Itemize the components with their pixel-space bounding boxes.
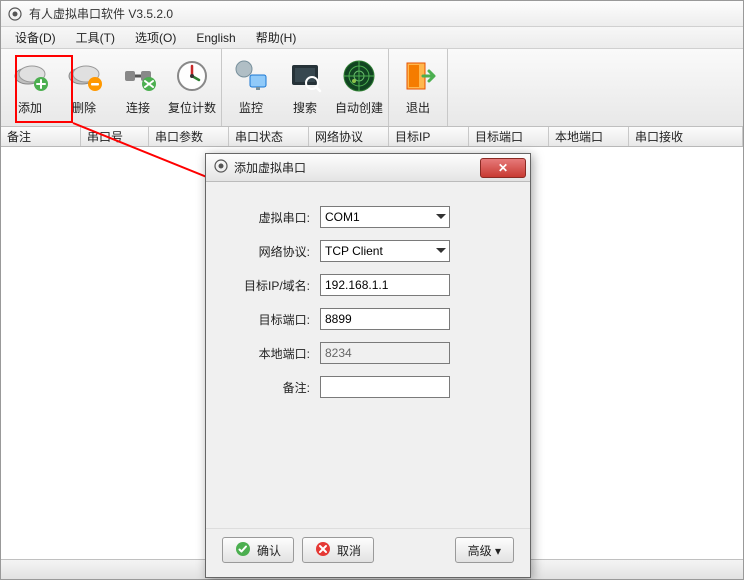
- close-icon: ✕: [498, 161, 508, 175]
- search-button[interactable]: 搜索: [278, 53, 332, 126]
- connect-icon: [119, 57, 157, 95]
- app-icon: [7, 6, 23, 22]
- label-virtual-com: 虚拟串口:: [226, 209, 310, 226]
- exit-icon: [399, 57, 437, 95]
- remark-input[interactable]: [320, 376, 450, 398]
- col-local-port[interactable]: 本地端口: [549, 127, 629, 146]
- menu-english[interactable]: English: [186, 29, 245, 47]
- label-target-port: 目标端口:: [226, 311, 310, 328]
- monitor-button[interactable]: 监控: [224, 53, 278, 126]
- window-title-bar: 有人虚拟串口软件 V3.5.2.0: [1, 1, 743, 27]
- dialog-icon: [214, 159, 228, 176]
- auto-create-icon: [340, 57, 378, 95]
- col-net-proto[interactable]: 网络协议: [309, 127, 389, 146]
- menu-bar: 设备(D) 工具(T) 选项(O) English 帮助(H): [1, 27, 743, 49]
- virtual-com-select[interactable]: [320, 206, 450, 228]
- delete-button[interactable]: 删除: [57, 53, 111, 126]
- menu-tools[interactable]: 工具(T): [66, 27, 125, 48]
- connect-label: 连接: [126, 99, 150, 116]
- col-target-port[interactable]: 目标端口: [469, 127, 549, 146]
- add-icon: [11, 57, 49, 95]
- toolbar: 添加 删除 连接 复位计数 监控: [1, 49, 743, 127]
- label-local-port: 本地端口:: [226, 345, 310, 362]
- ok-icon: [235, 541, 251, 560]
- ok-label: 确认: [257, 542, 281, 559]
- add-virtual-com-dialog: 添加虚拟串口 ✕ 虚拟串口: 网络协议: 目标IP/域名: 目标端口: 本地端口…: [205, 153, 531, 578]
- advanced-button[interactable]: 高级 ▾: [455, 537, 514, 563]
- menu-device[interactable]: 设备(D): [5, 27, 66, 48]
- col-com-params[interactable]: 串口参数: [149, 127, 229, 146]
- ok-button[interactable]: 确认: [222, 537, 294, 563]
- target-port-input[interactable]: [320, 308, 450, 330]
- add-label: 添加: [18, 99, 42, 116]
- search-label: 搜索: [293, 99, 317, 116]
- col-target-ip[interactable]: 目标IP: [389, 127, 469, 146]
- menu-options[interactable]: 选项(O): [125, 27, 186, 48]
- menu-help[interactable]: 帮助(H): [246, 27, 307, 48]
- label-remark: 备注:: [226, 379, 310, 396]
- net-proto-select[interactable]: [320, 240, 450, 262]
- auto-create-button[interactable]: 自动创建: [332, 53, 386, 126]
- col-remark[interactable]: 备注: [1, 127, 81, 146]
- add-button[interactable]: 添加: [3, 53, 57, 126]
- auto-create-label: 自动创建: [335, 99, 383, 116]
- label-net-proto: 网络协议:: [226, 243, 310, 260]
- delete-icon: [65, 57, 103, 95]
- advanced-label: 高级 ▾: [468, 542, 501, 559]
- col-com-recv[interactable]: 串口接收: [629, 127, 743, 146]
- annotation-highlight-fields: [226, 410, 370, 512]
- monitor-label: 监控: [239, 99, 263, 116]
- table-header: 备注 串口号 串口参数 串口状态 网络协议 目标IP 目标端口 本地端口 串口接…: [1, 127, 743, 147]
- reset-counter-button[interactable]: 复位计数: [165, 53, 219, 126]
- cancel-icon: [315, 541, 331, 560]
- dialog-title: 添加虚拟串口: [234, 159, 474, 176]
- delete-label: 删除: [72, 99, 96, 116]
- dialog-title-bar[interactable]: 添加虚拟串口 ✕: [206, 154, 530, 182]
- col-com-no[interactable]: 串口号: [81, 127, 149, 146]
- dialog-close-button[interactable]: ✕: [480, 158, 526, 178]
- window-title: 有人虚拟串口软件 V3.5.2.0: [29, 5, 173, 22]
- reset-counter-icon: [173, 57, 211, 95]
- col-com-status[interactable]: 串口状态: [229, 127, 309, 146]
- target-ip-input[interactable]: [320, 274, 450, 296]
- exit-label: 退出: [406, 99, 430, 116]
- cancel-button[interactable]: 取消: [302, 537, 374, 563]
- cancel-label: 取消: [337, 542, 361, 559]
- label-target-ip: 目标IP/域名:: [226, 277, 310, 294]
- connect-button[interactable]: 连接: [111, 53, 165, 126]
- local-port-input[interactable]: [320, 342, 450, 364]
- monitor-icon: [232, 57, 270, 95]
- exit-button[interactable]: 退出: [391, 53, 445, 126]
- reset-counter-label: 复位计数: [168, 99, 216, 116]
- search-icon: [286, 57, 324, 95]
